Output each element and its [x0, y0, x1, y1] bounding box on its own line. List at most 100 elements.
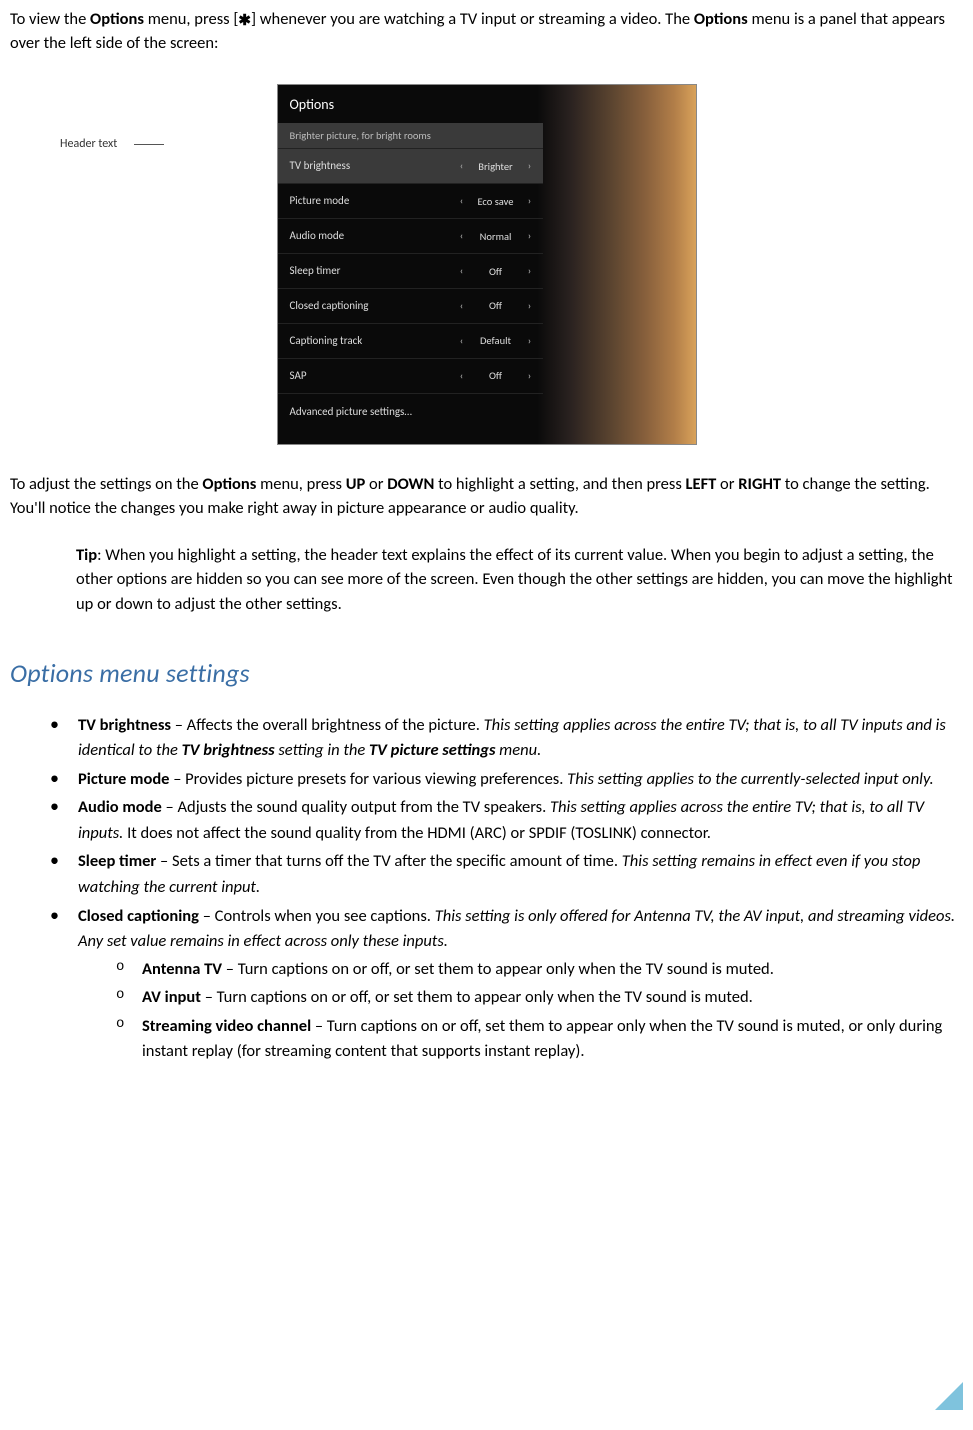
option-value: Off	[471, 298, 521, 313]
chevron-right-icon[interactable]: ›	[525, 334, 535, 349]
text: or	[365, 474, 387, 494]
text-bold: UP	[346, 474, 366, 494]
item-name: Closed captioning	[78, 906, 199, 926]
options-screenshot: Header text Options Brighter picture, fo…	[10, 84, 963, 445]
text: or	[716, 474, 738, 494]
option-label: Advanced picture settings…	[290, 404, 531, 420]
options-header-text: Brighter picture, for bright rooms	[278, 123, 543, 148]
text: To adjust the settings on the	[10, 474, 202, 494]
list-item-picture-mode: Picture mode – Provides picture presets …	[48, 767, 963, 793]
item-desc: – Sets a timer that turns off the TV aft…	[156, 851, 621, 871]
chevron-right-icon[interactable]: ›	[525, 264, 535, 279]
header-text-leader-line	[134, 144, 164, 145]
page-corner-icon	[935, 1382, 963, 1410]
chevron-right-icon[interactable]: ›	[525, 194, 535, 209]
chevron-right-icon[interactable]: ›	[525, 369, 535, 384]
option-value: Eco save	[471, 194, 521, 209]
option-value-wrap: ‹ Off ›	[457, 298, 535, 313]
text: menu, press [	[144, 9, 238, 29]
option-value-wrap: ‹ Normal ›	[457, 229, 535, 244]
option-label: Captioning track	[290, 333, 457, 349]
option-row-picture-mode[interactable]: Picture mode ‹ Eco save ›	[278, 183, 543, 218]
text-bold: RIGHT	[738, 474, 781, 494]
chevron-left-icon[interactable]: ‹	[457, 334, 467, 349]
star-icon: ✱	[238, 14, 251, 29]
list-item-tv-brightness: TV brightness – Affects the overall brig…	[48, 713, 963, 764]
chevron-left-icon[interactable]: ‹	[457, 369, 467, 384]
text: To view the	[10, 9, 90, 29]
option-value-wrap: ‹ Eco save ›	[457, 194, 535, 209]
chevron-left-icon[interactable]: ‹	[457, 299, 467, 314]
text-bold: Options	[202, 474, 256, 494]
option-value-wrap: ‹ Off ›	[457, 368, 535, 383]
item-tail: It does not affect the sound quality fro…	[123, 823, 711, 843]
item-name: Sleep timer	[78, 851, 156, 871]
option-label: Closed captioning	[290, 298, 457, 314]
option-value: Off	[471, 264, 521, 279]
sub-item-av-input: AV input – Turn captions on or off, or s…	[114, 985, 963, 1011]
sub-list-closed-captioning: Antenna TV – Turn captions on or off, or…	[114, 957, 963, 1065]
sub-item-name: AV input	[142, 987, 201, 1007]
option-label: Sleep timer	[290, 263, 457, 279]
option-value: Off	[471, 368, 521, 383]
option-value: Brighter	[471, 159, 521, 174]
options-panel-inner: Options Brighter picture, for bright roo…	[278, 85, 543, 444]
sub-item-antenna-tv: Antenna TV – Turn captions on or off, or…	[114, 957, 963, 983]
option-row-captioning-track[interactable]: Captioning track ‹ Default ›	[278, 323, 543, 358]
option-label: TV brightness	[290, 158, 457, 174]
option-row-sap[interactable]: SAP ‹ Off ›	[278, 358, 543, 393]
option-label: Audio mode	[290, 228, 457, 244]
tip-block: Tip: When you highlight a setting, the h…	[76, 543, 963, 617]
option-row-closed-captioning[interactable]: Closed captioning ‹ Off ›	[278, 288, 543, 323]
chevron-left-icon[interactable]: ‹	[457, 159, 467, 174]
option-label: Picture mode	[290, 193, 457, 209]
chevron-right-icon[interactable]: ›	[525, 299, 535, 314]
item-desc: – Provides picture presets for various v…	[169, 769, 567, 789]
text: to highlight a setting, and then press	[434, 474, 685, 494]
adjust-paragraph: To adjust the settings on the Options me…	[10, 473, 963, 521]
header-text-label: Header text	[60, 136, 117, 153]
intro-paragraph: To view the Options menu, press [✱] when…	[10, 8, 963, 56]
sub-item-streaming-video: Streaming video channel – Turn captions …	[114, 1014, 963, 1065]
section-heading-options-menu-settings: Options menu settings	[10, 655, 963, 693]
chevron-left-icon[interactable]: ‹	[457, 264, 467, 279]
settings-list: TV brightness – Affects the overall brig…	[48, 713, 963, 1065]
option-value-wrap: ‹ Default ›	[457, 333, 535, 348]
item-ital-bold: TV brightness	[182, 740, 275, 760]
text: ] whenever you are watching a TV input o…	[251, 9, 694, 29]
option-label: SAP	[290, 368, 457, 384]
text-bold: Options	[694, 9, 748, 29]
item-ital: This setting applies to the currently-se…	[567, 769, 934, 789]
sub-item-desc: – Turn captions on or off, or set them t…	[222, 959, 774, 979]
option-row-advanced[interactable]: Advanced picture settings…	[278, 393, 543, 430]
options-panel-title: Options	[278, 85, 543, 123]
item-name: Picture mode	[78, 769, 169, 789]
chevron-left-icon[interactable]: ‹	[457, 229, 467, 244]
sub-item-name: Antenna TV	[142, 959, 222, 979]
option-row-tv-brightness[interactable]: TV brightness ‹ Brighter ›	[278, 148, 543, 183]
list-item-sleep-timer: Sleep timer – Sets a timer that turns of…	[48, 849, 963, 900]
text: menu, press	[256, 474, 345, 494]
item-ital-bold: TV picture settings	[369, 740, 495, 760]
option-value-wrap: ‹ Brighter ›	[457, 159, 535, 174]
item-desc: – Affects the overall brightness of the …	[171, 715, 484, 735]
tip-text: : When you highlight a setting, the head…	[76, 545, 953, 615]
list-item-closed-captioning: Closed captioning – Controls when you se…	[48, 904, 963, 1065]
chevron-left-icon[interactable]: ‹	[457, 194, 467, 209]
item-name: TV brightness	[78, 715, 171, 735]
chevron-right-icon[interactable]: ›	[525, 159, 535, 174]
item-ital: menu.	[495, 740, 541, 760]
list-item-audio-mode: Audio mode – Adjusts the sound quality o…	[48, 795, 963, 846]
chevron-right-icon[interactable]: ›	[525, 229, 535, 244]
option-row-audio-mode[interactable]: Audio mode ‹ Normal ›	[278, 218, 543, 253]
option-row-sleep-timer[interactable]: Sleep timer ‹ Off ›	[278, 253, 543, 288]
item-name: Audio mode	[78, 797, 162, 817]
tip-label: Tip	[76, 545, 97, 565]
option-value: Default	[471, 333, 521, 348]
item-desc: – Controls when you see captions.	[199, 906, 435, 926]
item-desc: – Adjusts the sound quality output from …	[162, 797, 550, 817]
sub-item-desc: – Turn captions on or off, or set them t…	[201, 987, 753, 1007]
sub-item-name: Streaming video channel	[142, 1016, 311, 1036]
options-panel: Options Brighter picture, for bright roo…	[277, 84, 697, 445]
option-value-wrap: ‹ Off ›	[457, 264, 535, 279]
